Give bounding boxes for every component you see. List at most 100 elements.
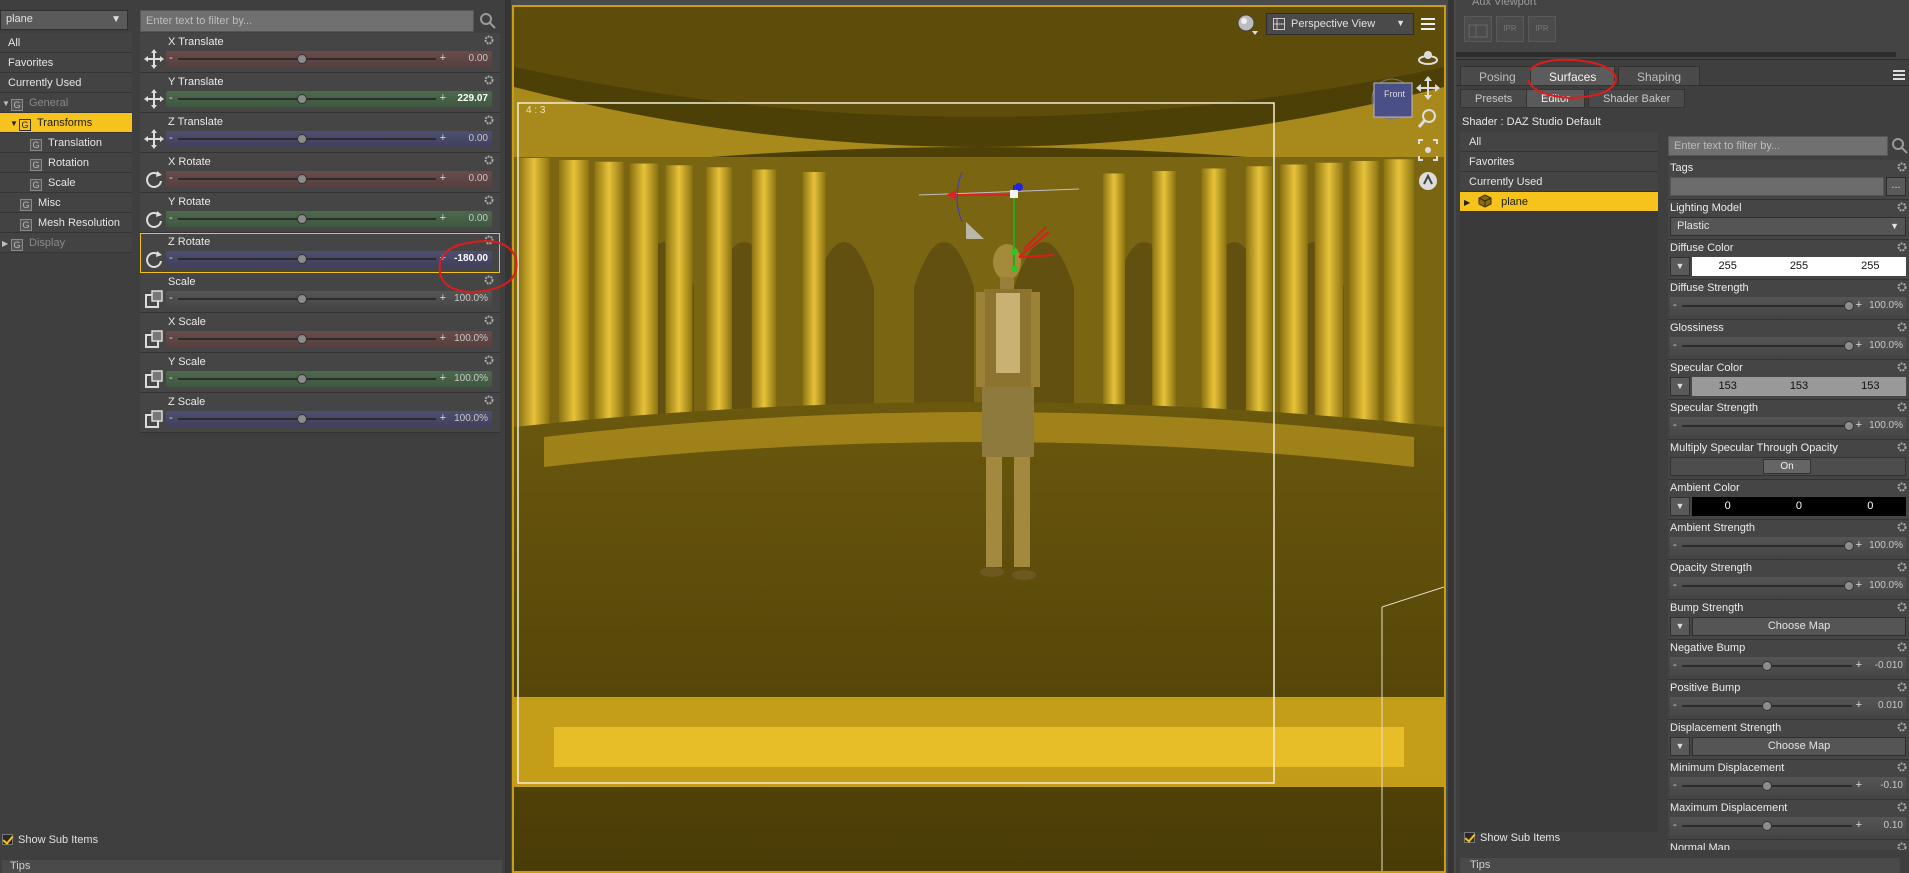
gear-icon[interactable]: [1897, 442, 1907, 452]
gear-icon[interactable]: [1897, 322, 1907, 332]
expand-arrow-icon[interactable]: ▼: [2, 94, 11, 114]
param-slider[interactable]: - + -180.00: [166, 251, 492, 267]
tab-surfaces[interactable]: Surfaces: [1530, 66, 1616, 86]
gear-icon[interactable]: [1897, 522, 1907, 532]
gear-icon[interactable]: [1897, 722, 1907, 732]
param-row[interactable]: Scale - +100.0%: [140, 273, 500, 313]
property-value[interactable]: 100.0%: [1869, 420, 1903, 431]
property-value[interactable]: 100.0%: [1869, 300, 1903, 311]
slider-handle[interactable]: [297, 334, 307, 344]
tab-posing[interactable]: Posing: [1460, 66, 1535, 86]
increment-icon[interactable]: +: [1856, 699, 1862, 711]
increment-icon[interactable]: +: [440, 132, 446, 144]
orbit-icon[interactable]: [1416, 43, 1440, 71]
decrement-icon[interactable]: -: [1673, 659, 1677, 671]
param-row[interactable]: Y Scale - +100.0%: [140, 353, 500, 393]
decrement-icon[interactable]: -: [1673, 579, 1677, 591]
choose-map-button[interactable]: Choose Map: [1692, 737, 1906, 756]
pane-splitter[interactable]: [1448, 0, 1454, 873]
zoom-icon[interactable]: [1416, 105, 1440, 133]
gear-icon[interactable]: [484, 395, 494, 405]
slider-handle[interactable]: [1844, 421, 1854, 431]
perspective-view-dropdown[interactable]: Perspective View ▼: [1266, 13, 1414, 35]
increment-icon[interactable]: +: [440, 412, 446, 424]
increment-icon[interactable]: +: [1856, 419, 1862, 431]
view-cube[interactable]: Front: [1370, 77, 1414, 121]
param-value[interactable]: 100.0%: [454, 373, 488, 384]
translate-icon[interactable]: [144, 49, 164, 69]
increment-icon[interactable]: +: [1856, 659, 1862, 671]
color-r[interactable]: 255: [1692, 257, 1763, 276]
gear-icon[interactable]: [484, 195, 494, 205]
expand-arrow-icon[interactable]: ▼: [1670, 497, 1690, 516]
gear-icon[interactable]: [1897, 202, 1907, 212]
decrement-icon[interactable]: -: [169, 212, 173, 224]
scale-icon[interactable]: [144, 329, 164, 349]
increment-icon[interactable]: +: [440, 172, 446, 184]
increment-icon[interactable]: +: [440, 292, 446, 304]
slider-handle[interactable]: [1844, 541, 1854, 551]
surface-tree-item-plane[interactable]: ▶ plane: [1460, 192, 1658, 212]
param-slider[interactable]: - +0.00: [166, 211, 492, 227]
increment-icon[interactable]: +: [1856, 779, 1862, 791]
decrement-icon[interactable]: -: [1673, 419, 1677, 431]
increment-icon[interactable]: +: [440, 252, 446, 264]
param-row[interactable]: X Scale - +100.0%: [140, 313, 500, 353]
gear-icon[interactable]: [1897, 602, 1907, 612]
slider-handle[interactable]: [297, 134, 307, 144]
gear-icon[interactable]: [1897, 242, 1907, 252]
param-value[interactable]: 0.00: [469, 213, 488, 224]
property-slider[interactable]: - +100.0%: [1670, 337, 1906, 356]
slider-handle[interactable]: [1844, 341, 1854, 351]
ipr-button-2[interactable]: IPR: [1528, 16, 1556, 42]
tree-item-display[interactable]: ▶ G Display: [0, 233, 132, 253]
gear-icon[interactable]: [1897, 562, 1907, 572]
color-r[interactable]: 153: [1692, 377, 1763, 396]
scale-icon[interactable]: [144, 369, 164, 389]
tree-item-transforms[interactable]: ▼ G Transforms: [0, 113, 132, 133]
gear-icon[interactable]: [484, 115, 494, 125]
param-row[interactable]: X Translate - +0.00: [140, 33, 500, 73]
param-slider[interactable]: - +229.07: [166, 91, 492, 107]
gear-icon[interactable]: [484, 315, 494, 325]
increment-icon[interactable]: +: [1856, 339, 1862, 351]
frame-icon[interactable]: [1416, 136, 1440, 164]
increment-icon[interactable]: +: [1856, 299, 1862, 311]
decrement-icon[interactable]: -: [1673, 779, 1677, 791]
param-slider[interactable]: - +100.0%: [166, 291, 492, 307]
show-sub-items-checkbox[interactable]: Show Sub Items: [2, 832, 98, 848]
gear-icon[interactable]: [1897, 362, 1907, 372]
tree-item-mesh-resolution[interactable]: G Mesh Resolution: [0, 213, 132, 233]
parameter-filter-input[interactable]: Enter text to filter by...: [140, 10, 474, 32]
decrement-icon[interactable]: -: [169, 92, 173, 104]
property-value[interactable]: -0.10: [1880, 780, 1903, 791]
tips-bar[interactable]: Tips: [1460, 858, 1900, 873]
color-g[interactable]: 255: [1763, 257, 1834, 276]
param-value[interactable]: 0.00: [469, 173, 488, 184]
property-slider[interactable]: - +0.10: [1670, 817, 1906, 836]
slider-handle[interactable]: [297, 94, 307, 104]
toggle-on-button[interactable]: On: [1763, 459, 1811, 474]
decrement-icon[interactable]: -: [169, 292, 173, 304]
slider-handle[interactable]: [1762, 701, 1772, 711]
node-selector[interactable]: plane ▼: [0, 10, 128, 30]
color-g[interactable]: 153: [1763, 377, 1834, 396]
increment-icon[interactable]: +: [440, 52, 446, 64]
increment-icon[interactable]: +: [440, 332, 446, 344]
gear-icon[interactable]: [1897, 482, 1907, 492]
color-swatch[interactable]: 153 153 153: [1692, 377, 1906, 396]
property-slider[interactable]: - +100.0%: [1670, 417, 1906, 436]
param-value[interactable]: 229.07: [457, 93, 488, 104]
slider-handle[interactable]: [297, 174, 307, 184]
slider-handle[interactable]: [1762, 821, 1772, 831]
rotate-icon[interactable]: [144, 169, 164, 189]
expand-arrow-icon[interactable]: ▼: [1670, 377, 1690, 396]
gear-icon[interactable]: [1897, 402, 1907, 412]
param-row[interactable]: Y Rotate - +0.00: [140, 193, 500, 233]
tab-shaping[interactable]: Shaping: [1618, 66, 1701, 86]
color-swatch[interactable]: 255 255 255: [1692, 257, 1906, 276]
tree-item-translation[interactable]: G Translation: [0, 133, 132, 153]
param-row[interactable]: Z Rotate - + -180.00: [140, 233, 500, 273]
property-slider[interactable]: - + -0.010: [1670, 657, 1906, 676]
param-value[interactable]: -180.00: [454, 253, 488, 264]
